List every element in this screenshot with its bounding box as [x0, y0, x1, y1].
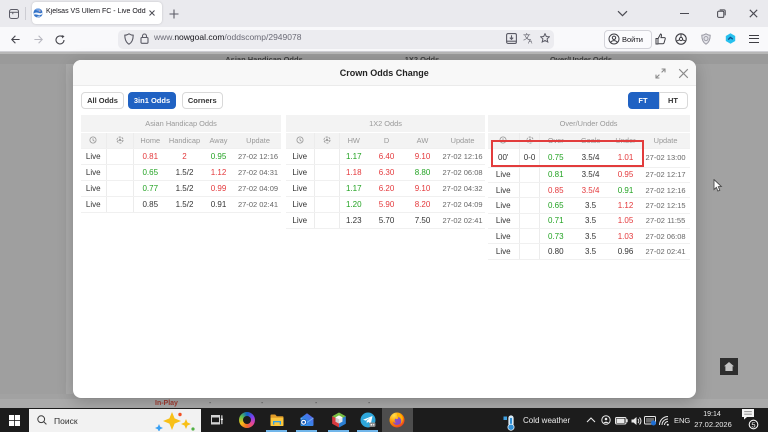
- svg-text:5: 5: [751, 420, 755, 429]
- svg-text:A: A: [528, 39, 533, 45]
